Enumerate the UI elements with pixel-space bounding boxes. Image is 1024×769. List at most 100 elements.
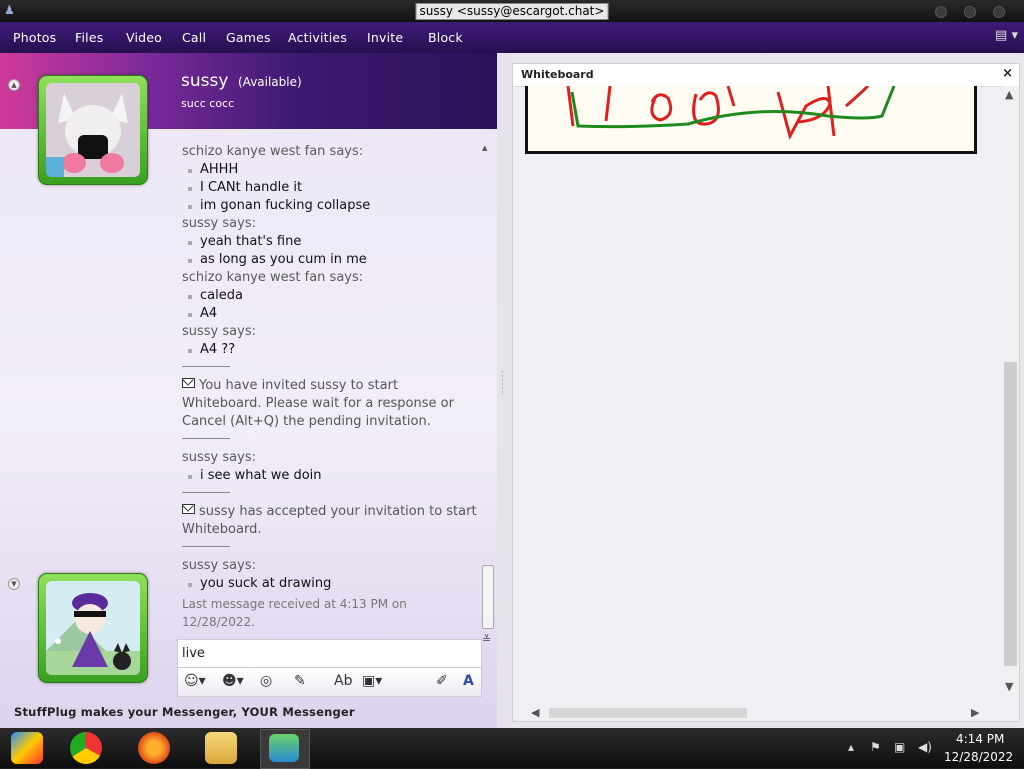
envelope-icon: [182, 504, 195, 514]
contact-picture-icon: [46, 83, 140, 177]
wb-scroll-down-icon[interactable]: ▼: [1005, 680, 1013, 693]
collapse-bottom-icon[interactable]: ▼: [8, 578, 20, 590]
last-message-info: Last message received at 4:13 PM on 12/2…: [182, 597, 407, 629]
menu-bar: Photos Files Video Call Games Activities…: [0, 22, 1024, 53]
menu-photos[interactable]: Photos: [13, 30, 56, 45]
system-message: You have invited sussy to start Whiteboa…: [182, 377, 480, 431]
chat-scrollbar[interactable]: ▴ ≚: [481, 141, 494, 661]
network-icon[interactable]: ▣: [894, 740, 905, 754]
whiteboard-vertical-scrollbar[interactable]: ▲ ▼: [1002, 86, 1019, 698]
system-message-text: You have invited sussy to start Whiteboa…: [182, 378, 454, 429]
contact-name: sussy: [181, 71, 229, 91]
wb-scroll-left-icon[interactable]: ◀: [531, 706, 539, 719]
wb-scroll-up-icon[interactable]: ▲: [1005, 88, 1013, 101]
collapse-top-icon[interactable]: ▲: [8, 79, 20, 91]
pane-splitter[interactable]: · · · · · ·: [497, 53, 512, 728]
message-line: yeah that's fine: [182, 233, 480, 251]
sender-line: sussy says:: [182, 450, 256, 465]
system-message: sussy has accepted your invitation to st…: [182, 503, 480, 539]
volume-icon[interactable]: ◀): [918, 740, 932, 754]
chat-separator: [182, 492, 230, 493]
show-menu-icon[interactable]: ▤ ▾: [995, 28, 1018, 43]
message-input-text: live: [182, 646, 205, 661]
wb-vertical-thumb[interactable]: [1004, 362, 1017, 666]
contact-status: (Available): [238, 75, 302, 89]
close-button[interactable]: [993, 6, 1005, 18]
title-bar: ♟ sussy <sussy@escargot.chat>: [0, 0, 1024, 22]
whiteboard-panel: Whiteboard × ▲ ▼ ◀ ▶: [512, 63, 1020, 722]
taskbar: ▴ ⚑ ▣ ◀) 4:14 PM 12/28/2022: [0, 728, 1024, 769]
sender-line: sussy says:: [182, 216, 256, 231]
clock-date[interactable]: 12/28/2022: [944, 750, 1013, 764]
scroll-up-icon[interactable]: ▴: [482, 141, 488, 154]
chat-scroll-thumb[interactable]: [482, 565, 494, 629]
wb-scroll-right-icon[interactable]: ▶: [971, 706, 979, 719]
voice-clip-icon[interactable]: ◎: [260, 673, 272, 689]
firefox-icon[interactable]: [138, 732, 170, 764]
whiteboard-header: Whiteboard ×: [513, 64, 1019, 87]
font-icon[interactable]: A: [463, 673, 474, 689]
system-message-text: sussy has accepted your invitation to st…: [182, 504, 477, 537]
wb-horizontal-thumb[interactable]: [549, 708, 747, 718]
menu-call[interactable]: Call: [182, 30, 206, 45]
whiteboard-close-button[interactable]: ×: [1002, 66, 1013, 81]
background-icon[interactable]: ▣▾: [362, 673, 382, 689]
message-line: im gonan fucking collapse: [182, 197, 480, 215]
minimize-button[interactable]: [935, 6, 947, 18]
sender-line: schizo kanye west fan says:: [182, 270, 364, 285]
message-line: i see what we doin: [182, 467, 480, 485]
contact-avatar[interactable]: [38, 75, 148, 185]
whiteboard-canvas[interactable]: [525, 86, 977, 154]
clock-time[interactable]: 4:14 PM: [956, 732, 1004, 746]
menu-games[interactable]: Games: [226, 30, 271, 45]
whiteboard-horizontal-scrollbar[interactable]: ◀ ▶: [527, 705, 987, 721]
envelope-icon: [182, 378, 195, 388]
messenger-task-icon: [269, 734, 299, 762]
message-line: caleda: [182, 287, 480, 305]
menu-activities[interactable]: Activities: [288, 30, 347, 45]
chat-separator: [182, 438, 230, 439]
contact-personal-message: succ cocc: [181, 97, 235, 110]
stuffplug-ad: StuffPlug makes your Messenger, YOUR Mes…: [14, 705, 355, 719]
message-line: AHHH: [182, 161, 480, 179]
messenger-task-button[interactable]: [260, 729, 310, 769]
scroll-down-icon[interactable]: ≚: [482, 633, 491, 646]
messenger-icon: ♟: [4, 3, 15, 17]
format-toolbar: ☺▾ ☻▾ ◎ ✎ Ab ▣▾ ✐ A: [177, 667, 482, 697]
user-avatar[interactable]: [38, 573, 148, 683]
splitter-grip-icon: · · · · · ·: [501, 368, 504, 398]
sender-line: schizo kanye west fan says:: [182, 144, 364, 159]
menu-block[interactable]: Block: [428, 30, 463, 45]
message-line: A4: [182, 305, 480, 323]
chat-separator: [182, 546, 230, 547]
maximize-button[interactable]: [964, 6, 976, 18]
message-line: as long as you cum in me: [182, 251, 480, 269]
start-button-icon[interactable]: [11, 732, 43, 764]
handwriting-icon[interactable]: ✐: [436, 673, 448, 689]
chat-separator: [182, 366, 230, 367]
file-explorer-icon[interactable]: [205, 732, 237, 764]
message-line: you suck at drawing: [182, 575, 480, 593]
sender-line: sussy says:: [182, 558, 256, 573]
message-line: I CANt handle it: [182, 179, 480, 197]
chrome-icon[interactable]: [70, 732, 102, 764]
show-hidden-icons-icon[interactable]: ▴: [848, 740, 854, 754]
nudge-icon[interactable]: ✎: [294, 673, 306, 689]
whiteboard-title: Whiteboard: [521, 68, 594, 81]
action-center-flag-icon[interactable]: ⚑: [870, 740, 881, 754]
activity-pane: Whiteboard × ▲ ▼ ◀ ▶: [512, 53, 1024, 728]
menu-invite[interactable]: Invite: [367, 30, 403, 45]
menu-files[interactable]: Files: [75, 30, 103, 45]
message-input[interactable]: live: [177, 639, 482, 668]
menu-video[interactable]: Video: [126, 30, 162, 45]
chat-history: make it CUM in my TUMMYschizo kanye west…: [182, 143, 480, 631]
wink-icon[interactable]: ☻▾: [222, 673, 244, 689]
sender-line: sussy says:: [182, 324, 256, 339]
emoticon-icon[interactable]: ☺▾: [184, 673, 206, 689]
user-picture-icon: [46, 581, 140, 675]
message-line: A4 ??: [182, 341, 480, 359]
conversation-pane: sussy (Available) succ cocc ▲ make it CU…: [0, 53, 497, 728]
spellcheck-icon[interactable]: Ab: [334, 673, 352, 689]
window-title: sussy <sussy@escargot.chat>: [415, 3, 609, 20]
whiteboard-drawing: [566, 86, 896, 141]
